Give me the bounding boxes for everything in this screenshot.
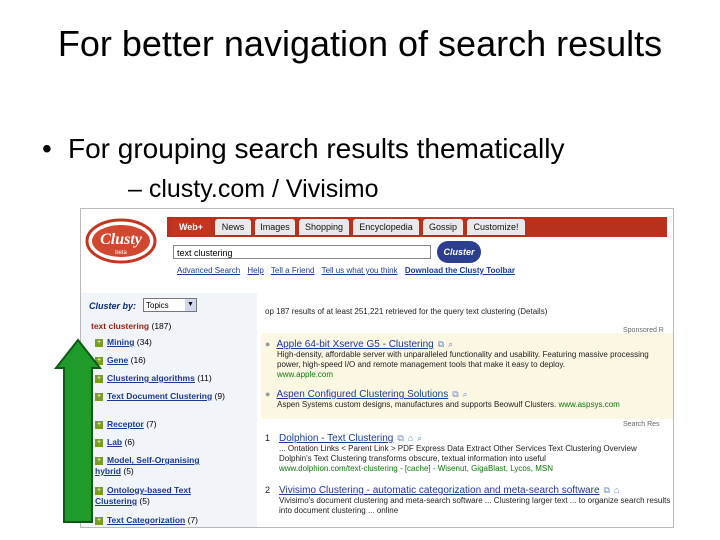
new-window-icon[interactable]: ⧉ xyxy=(397,433,403,443)
tab-images[interactable]: Images xyxy=(255,219,295,235)
chevron-down-icon[interactable]: ▼ xyxy=(185,299,196,311)
cluster-label[interactable]: Gene xyxy=(107,355,128,365)
cluster-button[interactable]: Cluster xyxy=(437,241,481,263)
tab-bar: Web+ News Images Shopping Encyclopedia G… xyxy=(167,217,667,237)
search-input[interactable]: text clustering xyxy=(173,245,431,259)
preview-icon[interactable]: ⌕ xyxy=(417,433,422,443)
result-desc: Aspen Systems custom designs, manufactur… xyxy=(277,400,557,409)
clusty-screenshot: Clusty beta Web+ News Images Shopping En… xyxy=(80,208,674,528)
tab-encyclopedia[interactable]: Encyclopedia xyxy=(353,219,419,235)
bullet-icon: ● xyxy=(265,389,271,399)
link-feedback[interactable]: Tell us what you think xyxy=(322,266,398,275)
cluster-by-value: Topics xyxy=(146,301,169,310)
cluster-root-count: (187) xyxy=(151,321,172,331)
logo-sub: beta xyxy=(115,250,127,256)
tab-web[interactable]: Web+ xyxy=(171,219,211,235)
cluster-count: (11) xyxy=(197,373,212,383)
result-title[interactable]: Aspen Configured Clustering Solutions xyxy=(276,389,448,400)
cluster-by-select[interactable]: Topics ▼ xyxy=(143,298,197,312)
clusty-logo: Clusty beta xyxy=(85,218,157,264)
cluster-by-label: Cluster by: xyxy=(89,301,137,311)
cluster-count: (5) xyxy=(139,496,150,506)
link-toolbar[interactable]: Download the Clusty Toolbar xyxy=(405,266,515,275)
cluster-label[interactable]: Mining xyxy=(107,337,134,347)
link-advanced-search[interactable]: Advanced Search xyxy=(177,266,240,275)
link-help[interactable]: Help xyxy=(247,266,263,275)
results-summary: op 187 results of at least 251,221 retri… xyxy=(265,307,548,316)
result-title[interactable]: Vivisimo Clustering - automatic categori… xyxy=(279,485,600,496)
tab-gossip[interactable]: Gossip xyxy=(423,219,463,235)
result-number: 1 xyxy=(265,433,271,443)
cluster-label[interactable]: Lab xyxy=(107,437,122,447)
cluster-label[interactable]: Clustering algorithms xyxy=(107,373,195,383)
cluster-count: (16) xyxy=(130,355,146,365)
cluster-root[interactable]: text clustering (187) xyxy=(91,321,171,331)
tab-customize[interactable]: Customize! xyxy=(467,219,525,235)
logo-text: Clusty xyxy=(100,231,143,248)
results-pane: op 187 results of at least 251,221 retri… xyxy=(261,293,673,527)
result-title[interactable]: Apple 64-bit Xserve G5 - Clustering xyxy=(276,339,433,350)
cluster-item[interactable]: + Text Document Clustering (9) xyxy=(95,391,255,402)
bullet-icon: ● xyxy=(265,339,271,349)
cluster-count: (9) xyxy=(214,391,225,401)
tab-shopping[interactable]: Shopping xyxy=(299,219,349,235)
header-links: Advanced Search Help Tell a Friend Tell … xyxy=(177,266,520,275)
sponsored-result: ● Apple 64-bit Xserve G5 - Clustering ⧉ ⌕ H… xyxy=(265,339,671,380)
sub-bullet: – clusty.com / Vivisimo xyxy=(128,175,379,203)
result-url[interactable]: www.aspsys.com xyxy=(558,400,619,409)
cluster-item[interactable]: + Clustering algorithms (11) xyxy=(95,373,255,384)
search-result: 1 Dolphion - Text Clustering ⧉ ⌂ ⌕ ... Onta… xyxy=(265,433,671,474)
preview-icon[interactable]: ⌕ xyxy=(448,339,453,349)
slide-title: For better navigation of search results xyxy=(57,23,663,64)
cluster-root-label: text clustering xyxy=(91,321,150,331)
cluster-item[interactable]: + Text Categorization (7) xyxy=(95,515,255,526)
result-url[interactable]: www.dolphion.com/text-clustering - [cach… xyxy=(279,464,671,474)
cluster-count: (7) xyxy=(146,419,157,429)
bullet-text: For grouping search results thematically xyxy=(68,133,565,164)
cluster-item[interactable]: + Receptor (7) xyxy=(95,419,255,430)
cluster-label[interactable]: Text Categorization xyxy=(107,515,185,525)
result-desc: High-density, affordable server with unp… xyxy=(277,350,649,369)
cluster-item[interactable]: + Model, Self-Organising hybrid (5) xyxy=(95,455,215,477)
sponsored-result: ● Aspen Configured Clustering Solutions ⧉ ⌕… xyxy=(265,389,671,410)
new-window-icon[interactable]: ⧉ xyxy=(604,485,610,495)
cluster-item[interactable]: + Ontology-based Text Clustering (5) xyxy=(95,485,215,507)
cache-icon[interactable]: ⌂ xyxy=(614,485,619,495)
tab-news[interactable]: News xyxy=(215,219,251,235)
cluster-count: (6) xyxy=(124,437,135,447)
search-result: 2 Vivisimo Clustering - automatic catego… xyxy=(265,485,671,516)
preview-icon[interactable]: ⌕ xyxy=(463,389,468,399)
cluster-count: (5) xyxy=(123,466,134,476)
link-tell-friend[interactable]: Tell a Friend xyxy=(271,266,315,275)
cluster-item[interactable]: + Mining (34) xyxy=(95,337,255,348)
cluster-count: (7) xyxy=(187,515,199,525)
cluster-item[interactable]: + Lab (6) xyxy=(95,437,255,448)
new-window-icon[interactable]: ⧉ xyxy=(452,389,458,399)
result-desc: ... Ontation Links < Parent Link > PDF E… xyxy=(279,444,637,463)
bullet-dot: • xyxy=(42,133,52,164)
cluster-item[interactable]: + Gene (16) xyxy=(95,355,255,366)
result-desc-row: Aspen Systems custom designs, manufactur… xyxy=(265,400,671,410)
sponsored-label: Sponsored R xyxy=(623,327,664,334)
bullet-point: • For grouping search results thematicall… xyxy=(42,132,564,166)
new-window-icon[interactable]: ⧉ xyxy=(438,339,444,349)
cluster-label[interactable]: Receptor xyxy=(107,419,144,429)
cluster-label[interactable]: Text Document Clustering xyxy=(107,391,212,401)
result-url[interactable]: www.apple.com xyxy=(265,370,671,380)
green-arrow-icon xyxy=(53,338,103,523)
result-number: 2 xyxy=(265,485,271,495)
cluster-label[interactable]: Model, Self-Organising hybrid xyxy=(95,455,200,476)
cache-icon[interactable]: ⌂ xyxy=(408,433,413,443)
result-desc: Vivisimo's document clustering and meta-… xyxy=(279,496,671,515)
result-title[interactable]: Dolphion - Text Clustering xyxy=(279,433,393,444)
search-results-label: Search Res xyxy=(623,421,660,428)
cluster-count: (34) xyxy=(136,337,152,347)
